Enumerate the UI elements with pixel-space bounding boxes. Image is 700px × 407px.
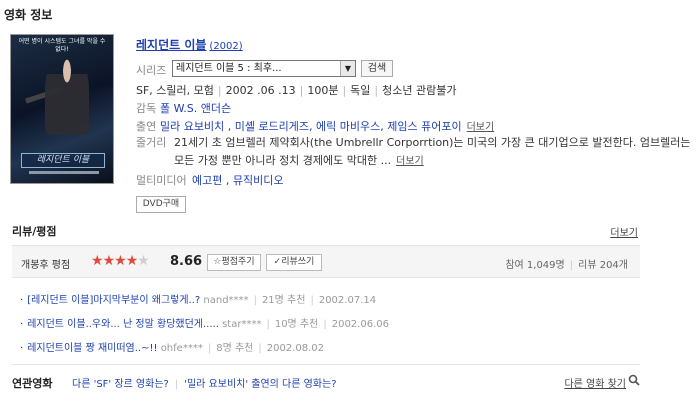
review-link[interactable]: 레지던트이블 짱 재미떠염..~!! [27, 343, 157, 354]
multimedia-label: 멀티미디어 [136, 174, 187, 187]
runtime: 100분 [307, 84, 339, 97]
write-review-button[interactable]: ✓리뷰쓰기 [266, 254, 322, 271]
movie-poster[interactable]: 어떤 병이 시스템도 그녀를 막을 수 없다! 레지던트 이블 [10, 34, 114, 184]
reviews-title: 리뷰/평점 [12, 225, 57, 238]
review-recs: 10명 추천 [274, 319, 319, 330]
rating-score: 8.66 [170, 254, 203, 269]
cast-label: 출연 [136, 120, 157, 133]
bullet-icon: · [20, 319, 24, 330]
cast-more-link[interactable]: 더보기 [467, 122, 495, 133]
star-filled-icon: ★ [125, 253, 139, 269]
plot-more-link[interactable]: 더보기 [396, 156, 424, 167]
rate-button[interactable]: ☆평점주기 [207, 254, 261, 271]
release-date: 2002 .06 .13 [225, 84, 296, 97]
review-link[interactable]: 레지던트 이블..우와... 난 정말 황당했던게..... [27, 319, 219, 330]
section-title: 영화 정보 [4, 8, 53, 22]
star-empty-icon: ★ [137, 253, 150, 269]
find-other-movies-link[interactable]: 다른 영화 찾기 [564, 375, 626, 390]
movie-title-line: 레지던트 이블 (2002) [136, 36, 243, 53]
chevron-down-icon[interactable]: ▼ [340, 61, 355, 76]
star-filled-icon: ★ [91, 253, 104, 269]
review-item: · [레지던트 이블]마지막부분이 왜그렇게..? nand**** | 21명 추천… [20, 295, 377, 306]
plot-text-block: 21세기 초 엄브렐러 제약회사(the Umbrellr Corporrtio… [174, 134, 691, 171]
review-link[interactable]: [레지던트 이블]마지막부분이 왜그렇게..? [27, 295, 200, 306]
review-author: star**** [222, 319, 262, 330]
review-date: 2002.07.14 [318, 295, 377, 306]
cast-row: 출연 밀라 요보비치 , 미셸 로드리게즈, 에릭 마비우스, 제임스 퓨어포이 더… [136, 118, 494, 134]
series-select[interactable]: 레지던트 이블 5 : 최후... ▼ [172, 60, 356, 77]
director-label: 감독 [136, 102, 157, 115]
plot-row: 줄거리 21세기 초 엄브렐러 제약회사(the Umbrellr Corpor… [136, 134, 691, 167]
related-title: 연관영화 [12, 377, 53, 390]
related-actor-link[interactable]: '밀라 요보비치' 출연의 다른 영화는? [184, 379, 336, 390]
review-recs: 21명 추천 [261, 295, 306, 306]
bullet-icon: · [20, 295, 24, 306]
related-genre-link[interactable]: 다른 'SF' 장르 영화는? [72, 379, 169, 390]
review-author: nand**** [203, 295, 249, 306]
director-row: 감독 폴 W.S. 앤더슨 [136, 100, 231, 116]
dvd-buy-button[interactable]: DVD구매 [136, 196, 186, 213]
series-search-button[interactable]: 검색 [361, 60, 393, 77]
poster-figure [45, 57, 89, 135]
review-date: 2002.06.06 [331, 319, 389, 330]
review-date: 2002.08.02 [266, 343, 324, 354]
rating-label: 개봉후 평점 [21, 260, 71, 271]
review-author: ohfe**** [160, 343, 203, 354]
series-row: 시리즈 [136, 62, 166, 78]
multimedia-links[interactable]: 예고편 , 뮤직비디오 [192, 174, 283, 187]
reviews-more-link[interactable]: 더보기 [610, 224, 638, 239]
age-rating: 청소년 관람불가 [382, 84, 457, 97]
cast-links[interactable]: 밀라 요보비치 , 미셸 로드리게즈, 에릭 마비우스, 제임스 퓨어포이 [160, 120, 462, 133]
series-selected-value: 레지던트 이블 5 : 최후... [176, 63, 282, 74]
director-link[interactable]: 폴 W.S. 앤더슨 [160, 102, 231, 115]
poster-logo: 레지던트 이블 [21, 153, 105, 168]
related-links: 다른 'SF' 장르 영화는? | '밀라 요보비치' 출연의 다른 영화는? [72, 379, 337, 390]
movie-year-link[interactable]: (2002) [209, 41, 242, 52]
poster-subtitle-bar [29, 171, 99, 174]
movie-title-link[interactable]: 레지던트 이블 [136, 38, 206, 52]
review-count: 리뷰 204개 [578, 260, 628, 271]
genre-text: SF, 스릴러, 모험 [136, 84, 214, 97]
poster-tagline: 어떤 병이 시스템도 그녀를 막을 수 없다! [18, 38, 106, 53]
search-icon[interactable] [628, 374, 640, 386]
review-recs: 8명 추천 [216, 343, 254, 354]
bullet-icon: · [20, 343, 24, 354]
series-label: 시리즈 [136, 64, 167, 77]
review-item: · 레지던트이블 짱 재미떠염..~!! ohfe**** | 8명 추천 | 2002.… [20, 343, 324, 354]
plot-label: 줄거리 [136, 136, 167, 149]
rating-stats: 참여 1,049명 | 리뷰 204개 [505, 260, 628, 271]
multimedia-row: 멀티미디어 예고편 , 뮤직비디오 [136, 172, 283, 188]
rating-stars: ★★★★★ [91, 253, 150, 269]
plot-text: 21세기 초 엄브렐러 제약회사(the Umbrellr Corporrtio… [174, 136, 691, 167]
rating-bar: 개봉후 평점 ★★★★★ 8.66 ☆평점주기 ✓리뷰쓰기 참여 1,049명 |… [12, 245, 640, 278]
basic-info-row: SF, 스릴러, 모험 | 2002 .06 .13 | 100분 | 독일 | 청소년 관람불… [136, 84, 457, 97]
participants-count: 참여 1,049명 [505, 260, 565, 271]
star-filled-icon: ★ [102, 253, 116, 269]
star-filled-icon: ★ [114, 253, 127, 269]
divider [12, 364, 640, 365]
review-item: · 레지던트 이블..우와... 난 정말 황당했던게..... star****… [20, 319, 389, 330]
country: 독일 [350, 84, 371, 97]
